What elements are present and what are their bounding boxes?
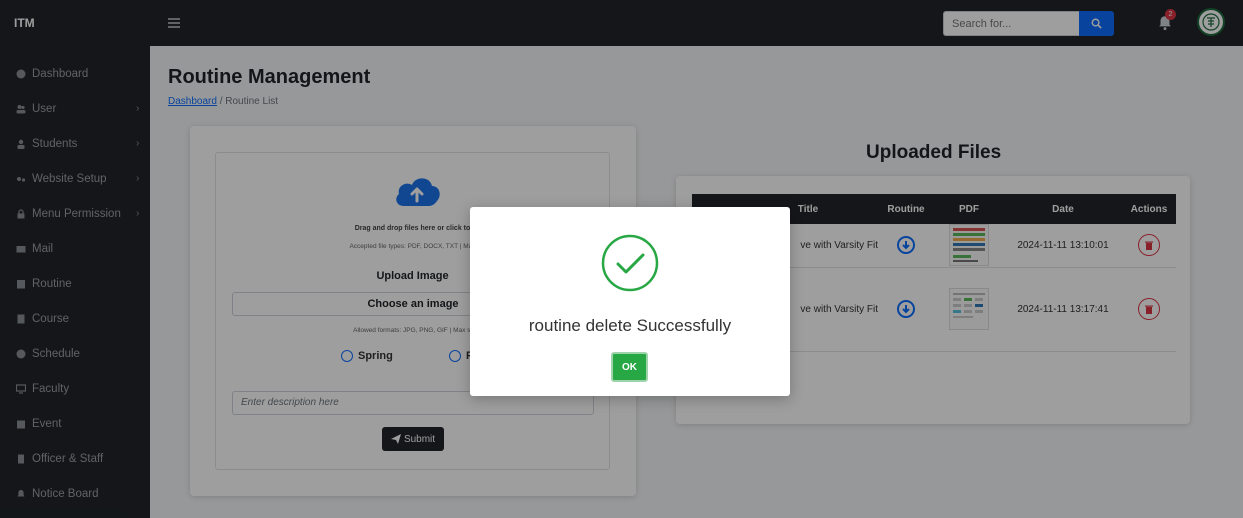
success-check-icon [601, 234, 659, 292]
success-dialog: routine delete Successfully OK [470, 207, 790, 396]
dialog-message: routine delete Successfully [528, 316, 732, 335]
ok-button[interactable]: OK [611, 352, 648, 382]
